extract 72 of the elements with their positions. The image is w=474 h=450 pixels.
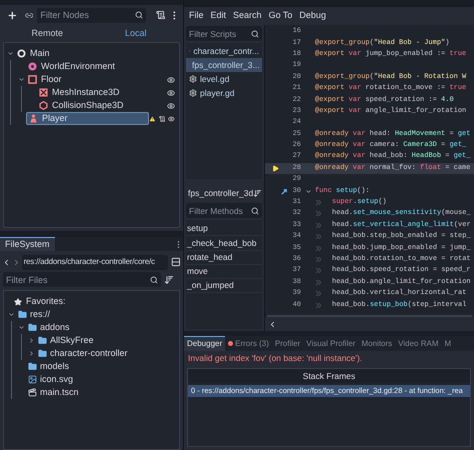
folder-icon [28, 362, 37, 371]
menu-item[interactable]: Edit [210, 9, 226, 23]
file-tree-item[interactable]: main.tscn [40, 386, 79, 400]
hexagon-icon [39, 101, 48, 110]
globe-icon [28, 62, 37, 71]
script-list-item[interactable]: level.gd [186, 72, 262, 86]
script-icon[interactable] [156, 10, 166, 20]
menu-item[interactable]: Debug [299, 9, 326, 23]
error-message: Invalid get index 'fov' (on base: 'null instance'). [187, 352, 364, 366]
visibility-eye-icon[interactable] [167, 76, 175, 84]
method-list-item[interactable]: _check_head_bob [186, 236, 262, 251]
tree-item[interactable]: WorldEnvironment [26, 60, 149, 73]
method-list-item[interactable]: rotate_head [186, 250, 262, 265]
script-icon[interactable] [158, 114, 166, 122]
tree-item[interactable]: Main [15, 47, 149, 60]
method-list-item[interactable]: setup [186, 222, 262, 236]
file-tree-item[interactable]: addons [40, 320, 70, 334]
filter-field[interactable]: Filter Nodes [37, 8, 146, 22]
folder-icon [18, 310, 27, 319]
file-tree-item[interactable]: character-controller [50, 346, 128, 360]
menu-item[interactable]: Go To [268, 9, 292, 23]
filesystem-tab[interactable]: FileSystem [0, 237, 55, 251]
star-icon [14, 298, 22, 306]
visibility-eye-icon[interactable] [168, 114, 175, 122]
file-tree-item[interactable]: models [40, 360, 70, 374]
method-list-item[interactable]: move [186, 264, 262, 280]
tree-item[interactable]: CollisionShape3D [37, 99, 149, 112]
file-tree-item[interactable]: res:// [30, 308, 50, 322]
mesh-icon [39, 88, 48, 97]
list-view-icon[interactable] [171, 257, 181, 267]
debugger-tab[interactable]: Profiler [272, 336, 304, 351]
script-list-item[interactable]: character_contr... [186, 44, 262, 58]
folder-icon [38, 349, 47, 358]
methods-title: fps_controller_3d [188, 186, 254, 200]
folder-icon [28, 323, 37, 332]
debugger-tab[interactable]: M [442, 336, 454, 351]
filter-field[interactable]: Filter Methods [186, 203, 262, 218]
image-file-icon [28, 375, 37, 384]
script-list-item[interactable]: fps_controller_3... [186, 58, 262, 72]
warning-icon[interactable] [148, 114, 156, 122]
figure-icon [29, 114, 38, 123]
debugger-tab[interactable]: Debugger [184, 336, 226, 351]
sort-icon[interactable] [164, 274, 174, 284]
filter-field[interactable]: Filter Scripts [186, 26, 262, 41]
debugger-tab[interactable]: Visual Profiler [303, 336, 358, 351]
method-list-item[interactable]: _on_jumped [186, 279, 262, 294]
favorites-label: Favorites: [26, 294, 66, 308]
column-header: Stack Frames [188, 369, 470, 383]
menu-item[interactable]: Search [233, 9, 262, 23]
link-icon[interactable] [24, 10, 34, 20]
debugger-tab[interactable]: Errors (3) [225, 336, 272, 351]
menu-item[interactable]: File [189, 9, 204, 23]
view-tab[interactable]: Local [92, 26, 180, 40]
folder-icon [38, 336, 47, 345]
filter-field[interactable]: Filter Files [3, 272, 161, 287]
tree-item[interactable]: Floor [26, 73, 149, 86]
square-node-icon [28, 75, 37, 84]
circle-node-icon [17, 49, 26, 58]
visibility-eye-icon[interactable] [167, 102, 175, 110]
view-tab[interactable]: Remote [3, 26, 92, 40]
path-field[interactable]: res://addons/character-controller/core/c [22, 254, 168, 270]
debugger-tab[interactable]: Monitors [358, 336, 396, 351]
tree-item[interactable]: Player [26, 112, 149, 125]
file-tree-item[interactable]: icon.svg [40, 372, 74, 386]
sort-icon[interactable] [253, 188, 262, 198]
add-node-icon[interactable] [7, 10, 18, 20]
script-list-item[interactable]: player.gd [186, 86, 262, 100]
file-tree-item[interactable]: AllSkyFree [50, 334, 94, 348]
debugger-tab[interactable]: Video RAM [395, 336, 442, 351]
tree-item[interactable]: MeshInstance3D [37, 86, 149, 99]
clapperboard-icon [28, 388, 37, 397]
visibility-eye-icon[interactable] [167, 88, 175, 96]
